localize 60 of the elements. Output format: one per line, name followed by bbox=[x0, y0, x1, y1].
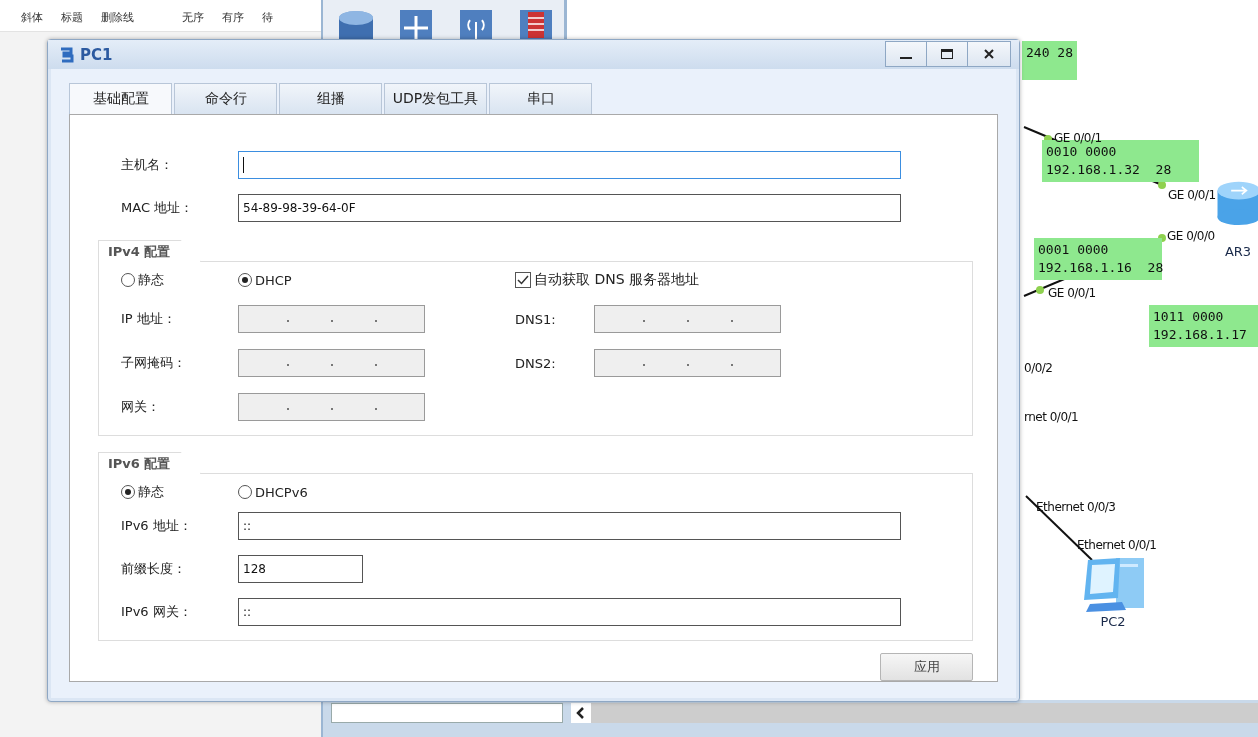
toolbar-button[interactable]: 斜体 bbox=[14, 10, 50, 31]
tab[interactable]: 串口 bbox=[489, 83, 592, 114]
field-label: 前缀长度： bbox=[121, 560, 187, 578]
field-label: 网关： bbox=[121, 398, 161, 416]
port-dot bbox=[1036, 286, 1044, 294]
text-field[interactable]: :: bbox=[238, 598, 901, 626]
port-label: 0/0/2 bbox=[1024, 361, 1053, 375]
maximize-button[interactable] bbox=[926, 41, 968, 67]
host-name-field[interactable] bbox=[238, 151, 901, 179]
port-label: GE 0/0/0 bbox=[1167, 229, 1215, 243]
router-icon[interactable] bbox=[1216, 180, 1258, 226]
close-icon bbox=[983, 48, 995, 60]
port-label: GE 0/0/1 bbox=[1168, 188, 1216, 202]
tab[interactable]: UDP发包工具 bbox=[384, 83, 487, 114]
port-label: GE 0/0/1 bbox=[1048, 286, 1096, 300]
checkbox[interactable]: 自动获取 DNS 服务器地址 bbox=[515, 271, 781, 289]
text-field[interactable]: 128 bbox=[238, 555, 363, 583]
scroll-left-icon[interactable] bbox=[571, 703, 591, 723]
field-label: 子网掩码： bbox=[121, 354, 187, 372]
radio-button[interactable]: 静态 bbox=[121, 483, 238, 501]
tab[interactable]: 组播 bbox=[279, 83, 382, 114]
field-label: IP 地址： bbox=[121, 310, 177, 328]
tab[interactable]: 命令行 bbox=[174, 83, 277, 114]
radio-button[interactable]: DHCPv6 bbox=[238, 483, 355, 501]
input-field[interactable] bbox=[331, 703, 563, 723]
text-field[interactable]: :: bbox=[238, 512, 901, 540]
field-label: DNS2: bbox=[515, 355, 557, 371]
field-label: MAC 地址： bbox=[121, 199, 195, 217]
subnet-note: 240 28 bbox=[1022, 41, 1077, 80]
mac-address-field[interactable]: 54-89-98-39-64-0F bbox=[238, 194, 901, 222]
minimize-icon bbox=[900, 57, 912, 59]
toolbar-button[interactable]: 标题 bbox=[54, 10, 90, 31]
port-label: Ethernet 0/0/1 bbox=[1077, 538, 1157, 552]
toolbar-button[interactable]: 待 bbox=[255, 10, 280, 31]
radio-button[interactable]: 静态 bbox=[121, 271, 238, 289]
window-title: PC1 bbox=[80, 45, 113, 64]
toolbar-button[interactable]: 删除线 bbox=[94, 10, 141, 31]
port-label: rnet 0/0/1 bbox=[1024, 410, 1079, 424]
group-title: IPv6 配置 bbox=[98, 452, 202, 474]
tab[interactable]: 基础配置 bbox=[69, 83, 172, 114]
device-label: PC2 bbox=[1100, 614, 1126, 629]
group-title: IPv4 配置 bbox=[98, 240, 202, 262]
subnet-note: 1011 0000 192.168.1.17 bbox=[1149, 305, 1258, 347]
field-label: DNS1: bbox=[515, 311, 557, 327]
port-dot bbox=[1158, 181, 1166, 189]
apply-button[interactable]: 应用 bbox=[880, 653, 973, 681]
checkbox-icon[interactable] bbox=[515, 272, 531, 288]
field-label: 主机名： bbox=[121, 156, 174, 174]
field-label: IPv6 地址： bbox=[121, 517, 193, 535]
maximize-icon bbox=[940, 48, 954, 60]
toolbar-button[interactable]: 无序 bbox=[175, 10, 211, 31]
subnet-note: 0001 0000 192.168.1.16 28 bbox=[1034, 238, 1162, 280]
device-label: AR3 bbox=[1224, 244, 1252, 259]
radio-button[interactable]: DHCP bbox=[238, 272, 515, 288]
toolbar-button[interactable]: 有序 bbox=[215, 10, 251, 31]
minimize-button[interactable] bbox=[885, 41, 927, 67]
horizontal-scrollbar[interactable] bbox=[571, 703, 1258, 723]
port-label: Ethernet 0/0/3 bbox=[1036, 500, 1116, 514]
close-button[interactable] bbox=[967, 41, 1011, 67]
field-label: IPv6 网关： bbox=[121, 603, 193, 621]
